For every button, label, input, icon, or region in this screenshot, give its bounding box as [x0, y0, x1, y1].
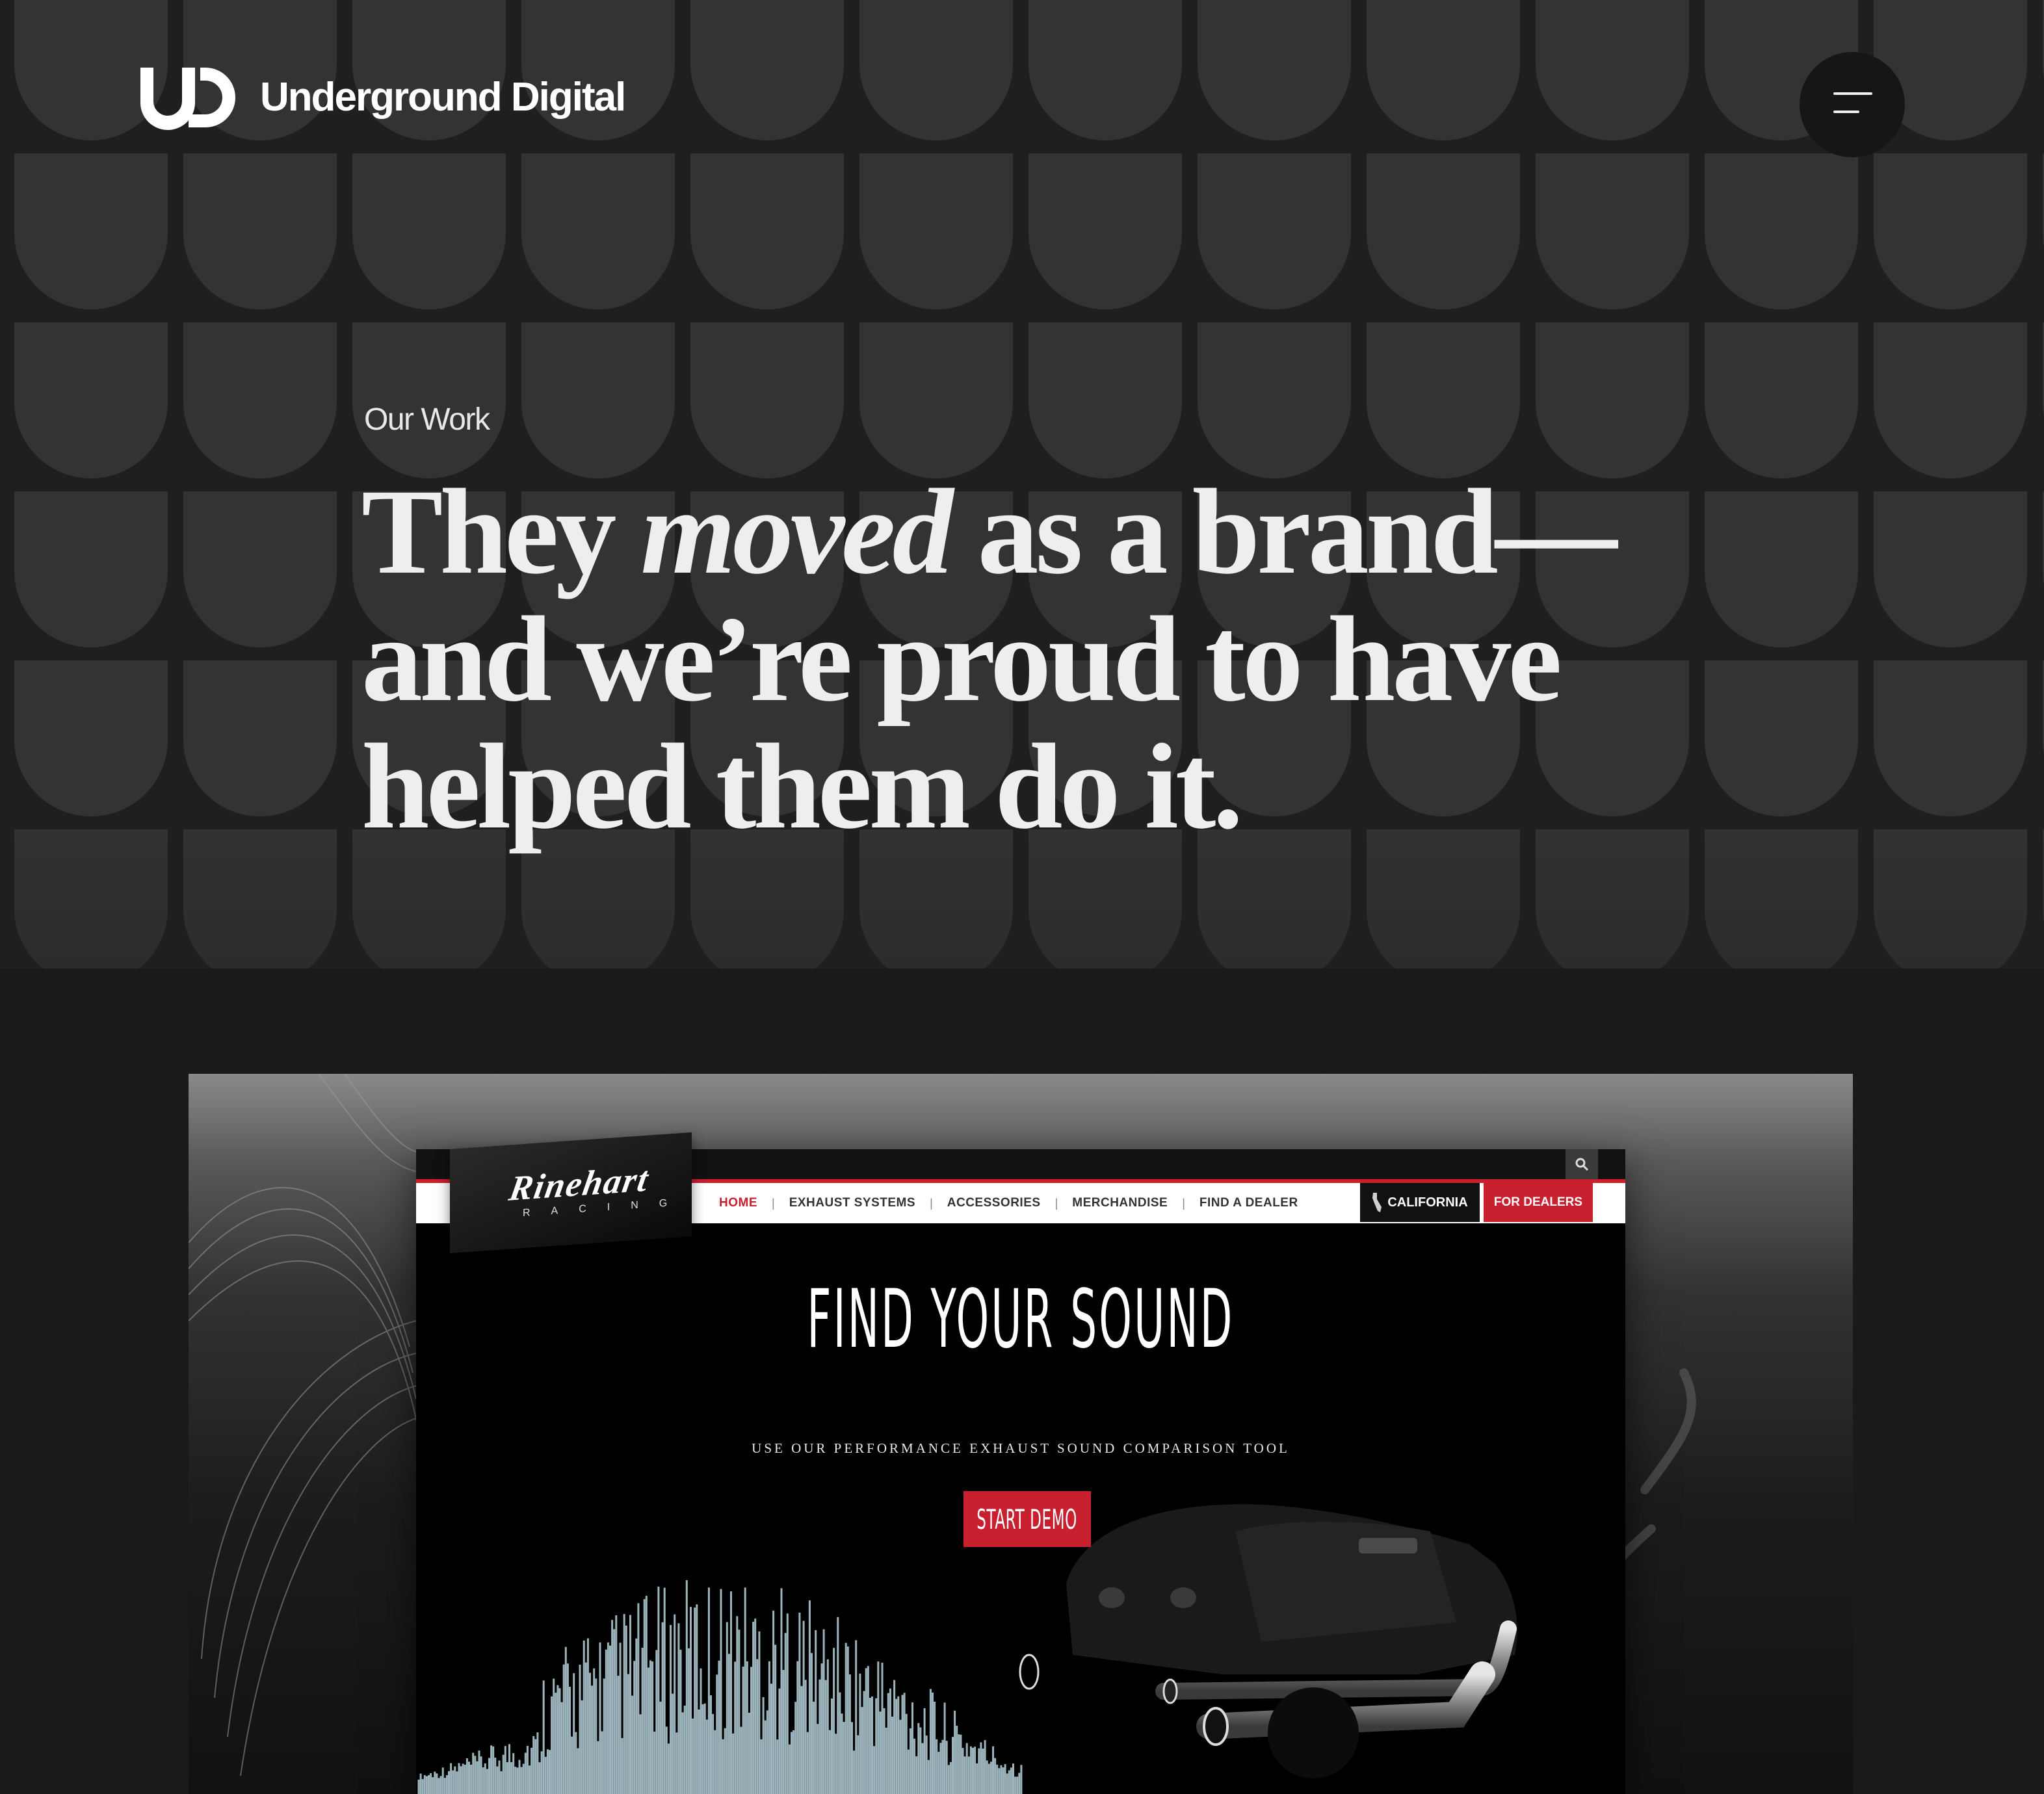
hamburger-icon-short-bar: [1833, 110, 1859, 113]
preview-region-label: CALIFORNIA: [1387, 1195, 1468, 1210]
preview-nav-accessories: ACCESSORIES: [947, 1196, 1041, 1210]
hero-section: Underground Digital Our Work They moved …: [0, 0, 2044, 968]
headline-part-1: They: [361, 463, 641, 599]
preview-dealers-button: FOR DEALERS: [1484, 1183, 1593, 1222]
hamburger-icon: [1833, 92, 1872, 95]
search-icon: [1566, 1149, 1598, 1179]
preview-nav-merchandise: MERCHANDISE: [1072, 1196, 1168, 1210]
preview-start-demo-button: START DEMO: [963, 1491, 1091, 1547]
preview-nav-home: HOME: [719, 1196, 757, 1210]
preview-nav-find-dealer: FIND A DEALER: [1199, 1196, 1298, 1210]
website-preview: HOME | EXHAUST SYSTEMS | ACCESSORIES | M…: [416, 1132, 1625, 1794]
preview-hero-title: FIND YOUR SOUND: [807, 1273, 1235, 1366]
ud-logo-icon: [140, 68, 235, 130]
menu-button[interactable]: [1800, 52, 1905, 157]
headline-emphasis: moved: [640, 463, 953, 599]
california-map-icon: [1372, 1193, 1382, 1212]
preview-start-demo-label: START DEMO: [976, 1503, 1078, 1535]
preview-nav-links: HOME | EXHAUST SYSTEMS | ACCESSORIES | M…: [705, 1183, 1313, 1223]
case-study-showcase[interactable]: HOME | EXHAUST SYSTEMS | ACCESSORIES | M…: [189, 1074, 1853, 1794]
section-eyebrow: Our Work: [364, 402, 490, 437]
preview-hero-subtitle: USE OUR PERFORMANCE EXHAUST SOUND COMPAR…: [752, 1440, 1290, 1456]
preview-region-button: CALIFORNIA: [1360, 1183, 1480, 1222]
preview-brand-badge: Rinehart RACING: [450, 1132, 692, 1253]
brand-name: Underground Digital: [260, 75, 626, 120]
hero-headline: They moved as a brand—and we’re proud to…: [361, 468, 1727, 850]
site-logo[interactable]: Underground Digital: [135, 65, 626, 130]
preview-nav-exhaust: EXHAUST SYSTEMS: [789, 1196, 916, 1210]
